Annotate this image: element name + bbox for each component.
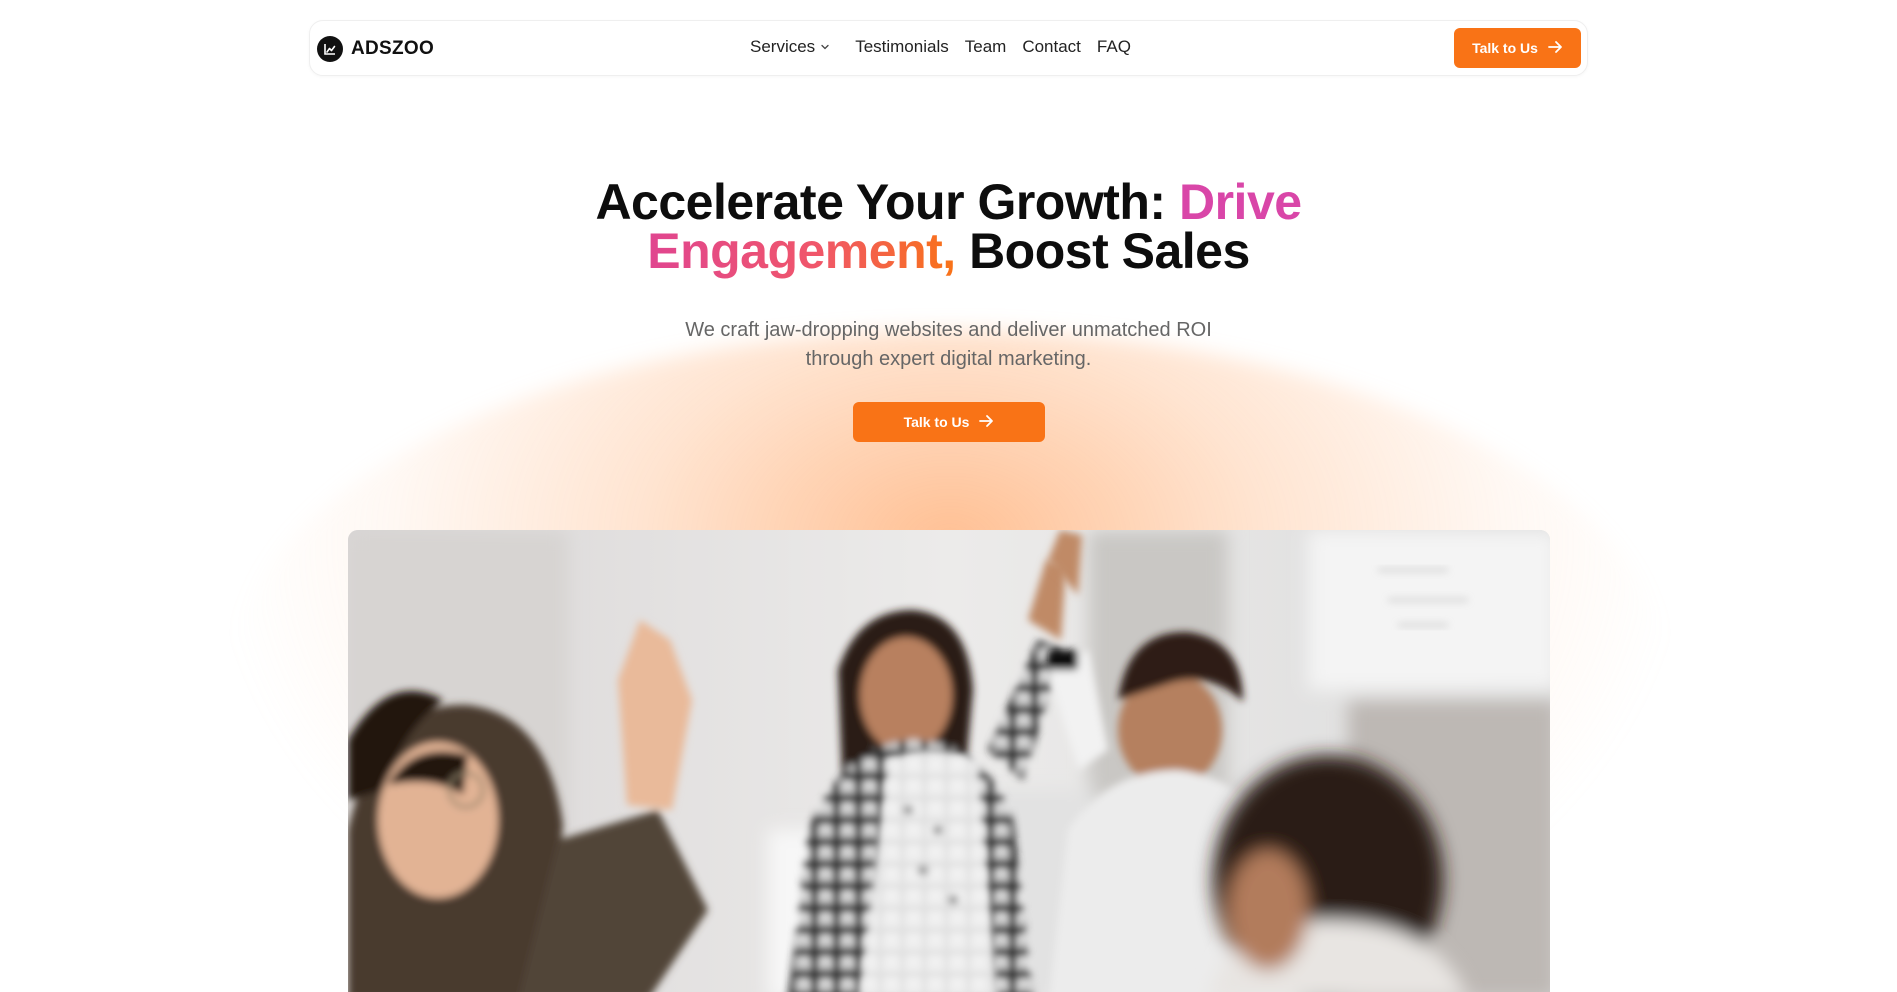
hero-title-part1: Accelerate Your Growth: bbox=[595, 174, 1179, 230]
page: ADSZOO Services Testimonials Team Contac… bbox=[0, 0, 1897, 992]
hero-talk-to-us-button[interactable]: Talk to Us bbox=[853, 402, 1045, 442]
hero-title-highlight-engagement: Engagement, bbox=[647, 223, 956, 279]
button-label: Talk to Us bbox=[1472, 40, 1538, 56]
hero-title-highlight-drive: Drive bbox=[1178, 174, 1302, 230]
talk-to-us-button[interactable]: Talk to Us bbox=[1454, 28, 1581, 68]
navbar: ADSZOO Services Testimonials Team Contac… bbox=[309, 20, 1588, 76]
chevron-down-icon bbox=[821, 44, 829, 50]
hero-subtitle-line1: We craft jaw-dropping websites and deliv… bbox=[685, 319, 1212, 341]
nav-item-faq[interactable]: FAQ bbox=[1097, 37, 1131, 57]
nav-item-label: Services bbox=[750, 37, 816, 56]
nav-item-team[interactable]: Team bbox=[965, 37, 1007, 57]
main-menu: Services Testimonials Team Contact FAQ bbox=[750, 37, 1131, 57]
brand-name: ADSZOO bbox=[351, 38, 435, 59]
hero-subtitle: We craft jaw-dropping websites and deliv… bbox=[0, 316, 1897, 374]
hero-subtitle-line2: through expert digital marketing. bbox=[805, 348, 1092, 370]
brand-logo[interactable]: ADSZOO bbox=[317, 36, 434, 62]
hero-title: Accelerate Your Growth: Drive Engagement… bbox=[0, 177, 1897, 279]
arrow-right-icon bbox=[979, 414, 994, 431]
nav-item-services[interactable]: Services bbox=[750, 37, 829, 57]
nav-item-contact[interactable]: Contact bbox=[1022, 37, 1081, 57]
button-label: Talk to Us bbox=[903, 414, 970, 430]
bar-chart-icon bbox=[317, 36, 343, 62]
hero-title-part2: Boost Sales bbox=[955, 223, 1250, 279]
nav-item-testimonials[interactable]: Testimonials bbox=[855, 37, 949, 57]
arrow-right-icon bbox=[1548, 40, 1563, 57]
hero-team-photo bbox=[348, 530, 1550, 992]
